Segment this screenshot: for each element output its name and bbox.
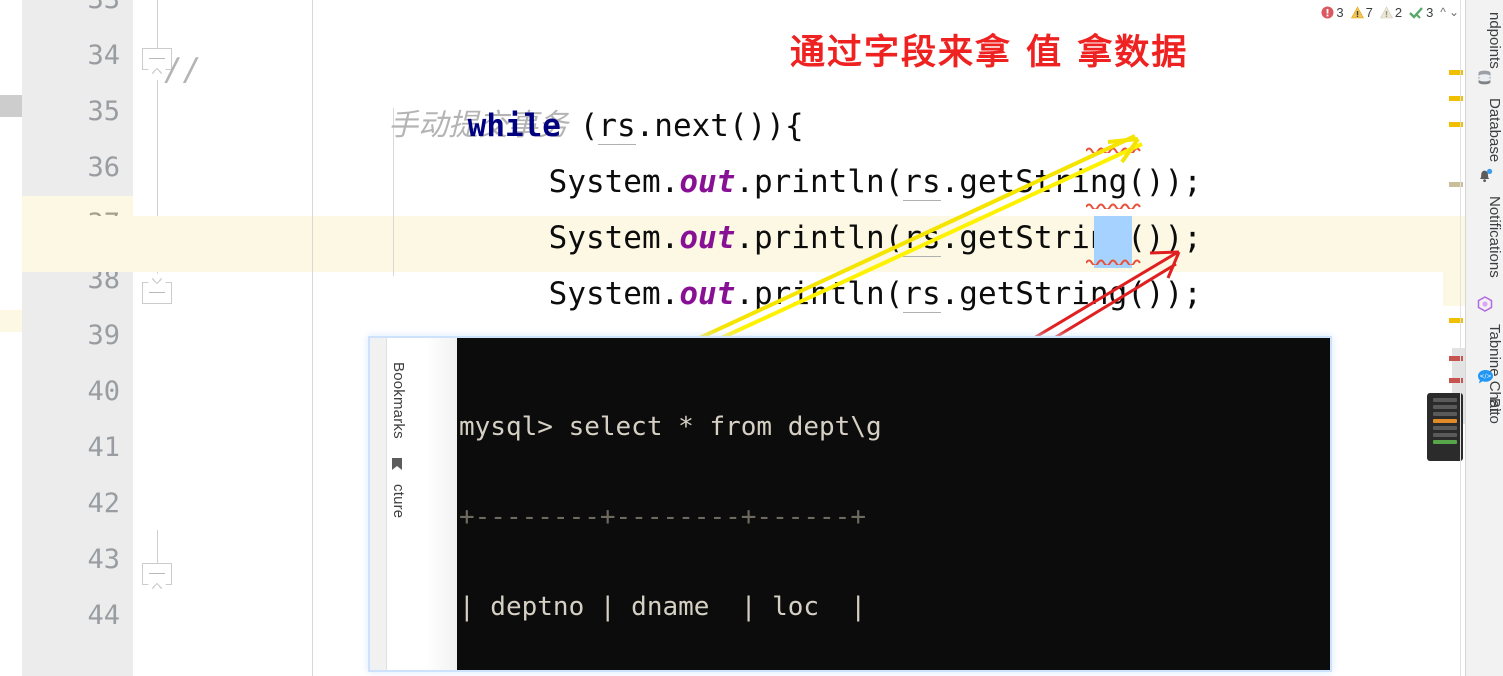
bito-label: Bito: [1486, 398, 1503, 424]
fold-marker-end-38[interactable]: [142, 273, 172, 304]
fold-minus-icon: [149, 292, 165, 293]
indicator-bar: [1433, 426, 1457, 430]
editor-right-divider: [1460, 0, 1461, 676]
warning-icon: [1350, 5, 1364, 18]
fold-stem-line: [157, 0, 158, 52]
warning-count-group[interactable]: 7: [1350, 4, 1373, 20]
fold-stem-line-lower: [157, 530, 158, 566]
mysql-terminal-output[interactable]: mysql> select * from dept\g +--------+--…: [457, 338, 1330, 670]
fold-tip: [147, 273, 167, 284]
line-number-40[interactable]: 40: [22, 364, 133, 420]
error-icon: [1321, 6, 1334, 18]
tabnine-icon: [1477, 296, 1493, 312]
database-icon: [1478, 70, 1491, 85]
next-problem-button[interactable]: ⌄: [1449, 5, 1459, 19]
line-number-42[interactable]: 42: [22, 476, 133, 532]
line-number-34[interactable]: 34: [22, 28, 133, 84]
tool-tab-bito[interactable]: Bito: [1465, 392, 1503, 424]
indicator-bar: [1433, 412, 1457, 416]
fold-tip: [147, 583, 167, 594]
error-squiggle-line35: [1086, 146, 1142, 153]
structure-label: cture: [390, 484, 407, 519]
notifications-label: Notifications: [1486, 196, 1503, 278]
weak-warning-count: 2: [1394, 4, 1403, 20]
red-annotation-note: 通过字段来拿 值 拿数据: [790, 32, 1189, 73]
prev-problem-button[interactable]: ^: [1440, 5, 1446, 19]
editor-gutter[interactable]: 33 34 35 36 37 38 39 40 41 42 43 44: [22, 0, 133, 676]
code-line-36[interactable]: System.out.println(rs.getString());: [474, 154, 1443, 257]
tool-tab-database[interactable]: Database: [1465, 92, 1503, 162]
tool-tab-notifications[interactable]: Notifications: [1465, 190, 1503, 278]
terminal-line-prompt: mysql> select * from dept\g: [459, 412, 882, 442]
tool-tab-endpoints[interactable]: ndpoints: [1465, 6, 1503, 69]
indicator-bar: [1433, 405, 1457, 409]
fold-box: [142, 563, 172, 585]
checkmark-icon: [1409, 6, 1423, 19]
error-count: 3: [1336, 4, 1344, 20]
line-number-35[interactable]: 35: [22, 84, 133, 140]
database-label: Database: [1486, 98, 1503, 163]
endpoints-label: ndpoints: [1486, 12, 1503, 69]
code-fold-gutter[interactable]: [133, 0, 228, 676]
code-line-37[interactable]: System.out.println(rs.getString());: [474, 210, 1443, 313]
indicator-bar: [1433, 433, 1457, 437]
indicator-bar-active: [1433, 419, 1457, 423]
right-error-stripe[interactable]: [1443, 0, 1465, 676]
fold-box: [142, 282, 172, 304]
bell-icon: [1480, 168, 1493, 182]
weak-warning-count-group[interactable]: 2: [1379, 4, 1403, 20]
left-stripe-mark[interactable]: [0, 95, 22, 117]
stripe-caret-band: [1443, 216, 1465, 306]
fold-minus-icon: [149, 58, 165, 59]
line-number-33[interactable]: 33: [22, 0, 133, 28]
bookmarks-label: Bookmarks: [390, 362, 407, 439]
svg-text:</>: </>: [1479, 373, 1491, 380]
code-line-35[interactable]: System.out.println(rs.getString());: [474, 98, 1443, 201]
warning-count: 7: [1365, 4, 1373, 20]
left-error-stripe[interactable]: [0, 0, 22, 676]
line-number-39[interactable]: 39: [22, 308, 133, 364]
error-count-group[interactable]: 3: [1321, 4, 1344, 20]
ok-count-group[interactable]: 3: [1409, 5, 1433, 20]
tool-tab-bookmarks[interactable]: Bookmarks: [390, 362, 407, 439]
code-line-38[interactable]: }: [393, 266, 1443, 368]
indicator-bar: [1433, 398, 1457, 402]
indicator-bar-ok: [1433, 440, 1457, 444]
fold-marker-collapse-43[interactable]: [142, 563, 172, 594]
ok-count: 3: [1426, 4, 1434, 20]
error-squiggle-line36: [1086, 202, 1142, 209]
inspection-widget[interactable]: 3 7 2 3 ^ ⌄: [1321, 2, 1459, 22]
bookmark-icon: [392, 458, 402, 470]
line-number-36[interactable]: 36: [22, 140, 133, 196]
terminal-line-sep-top: +--------+--------+------+: [459, 502, 866, 532]
line-number-43[interactable]: 43: [22, 532, 133, 588]
right-tool-window-bar[interactable]: ndpoints Database Notifications Tabnine …: [1465, 0, 1503, 676]
left-stripe-caret-band: [0, 310, 22, 332]
comment-slashes: //: [164, 52, 202, 88]
bito-chat-icon: </>: [1478, 370, 1493, 384]
weak-warning-icon: [1379, 5, 1393, 18]
line-number-44[interactable]: 44: [22, 588, 133, 644]
error-squiggle-line37: [1086, 258, 1142, 265]
tool-tab-structure[interactable]: cture: [390, 484, 407, 518]
fold-minus-icon: [149, 573, 165, 574]
memory-indicator-widget[interactable]: [1427, 393, 1463, 461]
terminal-line-header: | deptno | dname | loc |: [459, 592, 866, 622]
console-tool-window[interactable]: Bookmarks cture mysql> select * from dep…: [370, 338, 1330, 670]
console-stripe-bar[interactable]: [370, 338, 387, 670]
line-number-41[interactable]: 41: [22, 420, 133, 476]
